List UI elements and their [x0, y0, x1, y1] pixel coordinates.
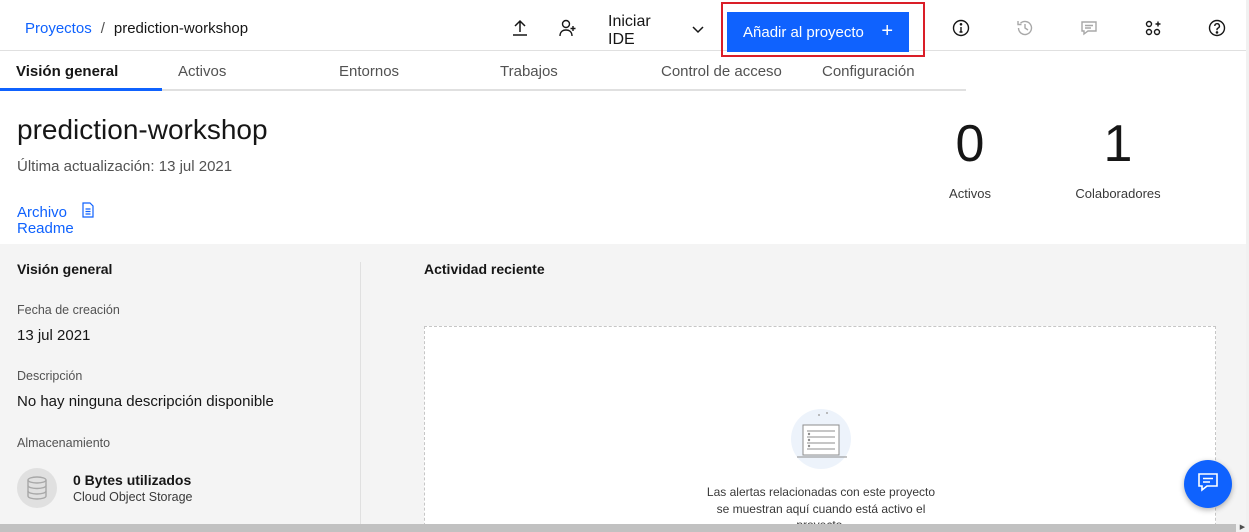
upload-icon[interactable]: [508, 16, 532, 40]
breadcrumb: Proyectos / prediction-workshop: [25, 20, 248, 37]
empty-activity-illustration-icon: [789, 407, 853, 471]
tab-access-control[interactable]: Control de acceso: [645, 51, 806, 91]
file-link[interactable]: Archivo: [17, 202, 95, 222]
collaborators-stat-label: Colaboradores: [1075, 186, 1161, 201]
horizontal-scrollbar[interactable]: [0, 524, 1236, 532]
tab-assets[interactable]: Activos: [162, 51, 323, 91]
assets-count: 0: [955, 115, 985, 173]
chat-button[interactable]: [1184, 460, 1232, 508]
readme-link[interactable]: Readme: [17, 220, 74, 237]
tab-jobs[interactable]: Trabajos: [484, 51, 645, 91]
tab-environments[interactable]: Entornos: [323, 51, 484, 91]
history-icon[interactable]: [1013, 16, 1037, 40]
created-value: 13 jul 2021: [17, 327, 91, 344]
chevron-down-icon: [690, 21, 706, 42]
database-icon: [17, 468, 57, 508]
chat-icon: [1197, 471, 1219, 498]
activity-empty-line-2: se muestran aquí cuando está activo el: [716, 501, 926, 516]
add-to-project-highlight: Añadir al proyecto +: [721, 2, 925, 57]
breadcrumb-current: prediction-workshop: [113, 20, 249, 37]
last-updated: Última actualización: 13 jul 2021: [17, 158, 233, 175]
breadcrumb-separator: /: [100, 20, 105, 37]
overview-panel-title: Visión general: [17, 261, 113, 277]
tab-overview[interactable]: Visión general: [0, 51, 162, 91]
storage-type: Cloud Object Storage: [73, 490, 193, 504]
overview-panel: Visión general Fecha de creación 13 jul …: [0, 244, 361, 532]
assets-stat: 0 Activos: [930, 112, 1010, 201]
activity-empty-line-1: Las alertas relacionadas con este proyec…: [706, 485, 936, 499]
assets-stat-label: Activos: [949, 186, 991, 201]
recent-activity-title: Actividad reciente: [424, 261, 545, 277]
project-title: prediction-workshop: [17, 114, 268, 145]
add-user-icon[interactable]: [556, 16, 580, 40]
tab-settings[interactable]: Configuración: [806, 51, 966, 91]
scroll-right-icon[interactable]: ▶: [1236, 524, 1249, 532]
storage-used: 0 Bytes utilizados: [73, 472, 192, 488]
created-label: Fecha de creación: [17, 303, 120, 317]
plus-icon: +: [881, 20, 893, 42]
breadcrumb-projects-link[interactable]: Proyectos: [25, 20, 92, 37]
add-to-project-button[interactable]: Añadir al proyecto +: [727, 12, 909, 52]
info-icon[interactable]: [949, 16, 973, 40]
document-icon: [81, 202, 95, 222]
page: Proyectos / prediction-workshop Iniciar …: [0, 0, 1249, 532]
recent-activity-empty-state: Las alertas relacionadas con este proyec…: [424, 326, 1216, 532]
help-icon[interactable]: [1205, 16, 1229, 40]
launch-ide-label: Iniciar IDE: [608, 13, 651, 48]
comment-icon[interactable]: [1077, 16, 1101, 40]
apps-icon[interactable]: [1141, 16, 1165, 40]
collaborators-stat: 1 Colaboradores: [1062, 112, 1174, 201]
add-to-project-label: Añadir al proyecto: [743, 23, 864, 41]
description-label: Descripción: [17, 369, 83, 383]
description-value: No hay ninguna descripción disponible: [17, 393, 274, 410]
top-header: Proyectos / prediction-workshop Iniciar …: [0, 0, 1249, 57]
project-tabs: Visión general Activos Entornos Trabajos…: [0, 51, 966, 91]
collaborators-count: 1: [1103, 115, 1133, 173]
panel-divider: [360, 262, 361, 532]
launch-ide-dropdown[interactable]: Iniciar IDE: [600, 11, 706, 51]
overview-section: Visión general Fecha de creación 13 jul …: [0, 244, 1246, 532]
file-link-label: Archivo: [17, 203, 68, 221]
storage-label: Almacenamiento: [17, 436, 111, 450]
